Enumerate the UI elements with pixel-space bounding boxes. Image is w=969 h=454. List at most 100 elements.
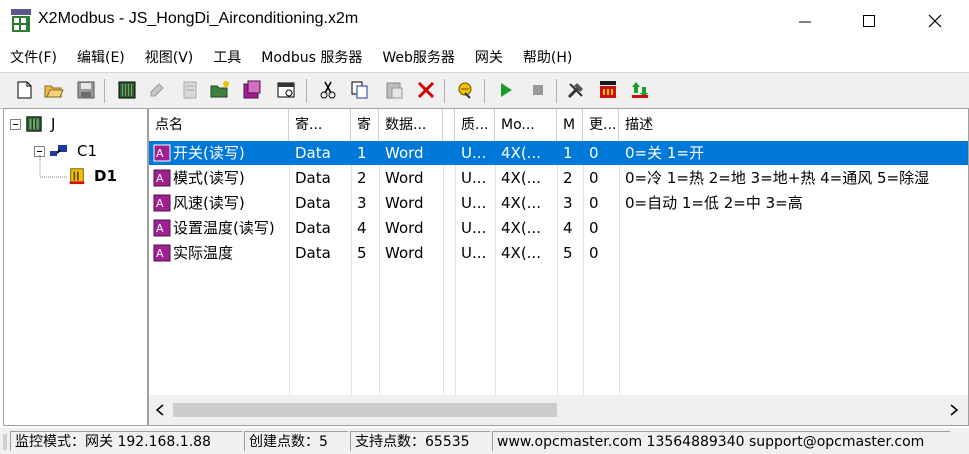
cell-register: 3 bbox=[357, 194, 367, 212]
cell-modbus: 4X(... bbox=[501, 169, 541, 187]
tree-node-device[interactable]: D1 bbox=[68, 167, 117, 185]
monitor-icon[interactable] bbox=[456, 80, 476, 100]
tree-node-root[interactable]: J bbox=[10, 115, 55, 133]
load-icon[interactable] bbox=[598, 80, 618, 100]
cell-description: 0=冷 1=热 2=地 3=地+热 4=通风 5=除湿 bbox=[625, 169, 930, 187]
cell-area: Data bbox=[295, 144, 331, 162]
scroll-left-icon[interactable] bbox=[155, 404, 165, 416]
paste-icon[interactable] bbox=[384, 80, 404, 100]
horizontal-scrollbar[interactable] bbox=[149, 395, 968, 425]
cell-area: Data bbox=[295, 169, 331, 187]
minimize-button[interactable] bbox=[783, 6, 827, 36]
col-header-register[interactable]: 寄 bbox=[351, 109, 379, 141]
scrollbar-thumb[interactable] bbox=[173, 403, 557, 417]
maximize-icon bbox=[863, 15, 875, 27]
col-header-area[interactable]: 寄... bbox=[289, 109, 351, 141]
close-icon bbox=[928, 14, 942, 28]
cell-modbus: 4X(... bbox=[501, 244, 541, 262]
menu-tools[interactable]: 工具 bbox=[203, 47, 251, 67]
table-row[interactable]: A 实际温度 Data 5 Word U... 4X(... 5 0 bbox=[149, 241, 968, 265]
toolbar-separator bbox=[444, 79, 445, 103]
cell-update: 0 bbox=[589, 144, 599, 162]
cell-update: 0 bbox=[589, 194, 599, 212]
add-folder-icon[interactable] bbox=[210, 80, 230, 100]
copy-icon[interactable] bbox=[350, 80, 370, 100]
status-created-points: 创建点数：5 bbox=[244, 431, 348, 451]
cell-register: 5 bbox=[357, 244, 367, 262]
cell-modbus: 4X(... bbox=[501, 144, 541, 162]
col-header-update[interactable]: 更... bbox=[583, 109, 619, 141]
cell-area: Data bbox=[295, 194, 331, 212]
col-header-description[interactable]: 描述 bbox=[619, 109, 968, 141]
menu-help[interactable]: 帮助(H) bbox=[513, 47, 582, 67]
open-icon[interactable] bbox=[44, 80, 64, 100]
cell-update: 0 bbox=[589, 219, 599, 237]
window-title: X2Modbus - JS_HongDi_Airconditioning.x2m bbox=[38, 10, 359, 27]
svg-text:A: A bbox=[156, 147, 164, 160]
cell-update: 0 bbox=[589, 244, 599, 262]
cell-m: 5 bbox=[563, 244, 573, 262]
device-node-icon bbox=[69, 168, 85, 185]
stop-icon[interactable] bbox=[528, 80, 548, 100]
add-device-icon[interactable] bbox=[242, 80, 262, 100]
table-row[interactable]: A 模式(读写) Data 2 Word U... 4X(... 2 0 0=冷… bbox=[149, 166, 968, 190]
col-header-m[interactable]: M bbox=[557, 109, 583, 141]
status-contact: www.opcmaster.com 13564889340 support@op… bbox=[492, 431, 950, 451]
svg-text:A: A bbox=[156, 172, 164, 185]
run-icon[interactable] bbox=[496, 80, 516, 100]
cell-name: 设置温度(读写) bbox=[173, 219, 275, 237]
menu-gateway[interactable]: 网关 bbox=[465, 47, 513, 67]
status-supported-points: 支持点数：65535 bbox=[350, 431, 490, 451]
cell-m: 3 bbox=[563, 194, 573, 212]
menu-edit[interactable]: 编辑(E) bbox=[67, 47, 135, 67]
col-header-modbus[interactable]: Mo... bbox=[495, 109, 557, 141]
cell-description: 0=关 1=开 bbox=[625, 144, 704, 162]
cut-icon[interactable] bbox=[318, 80, 338, 100]
menu-view[interactable]: 视图(V) bbox=[135, 47, 204, 67]
maximize-button[interactable] bbox=[847, 6, 891, 36]
menu-web-server[interactable]: Web服务器 bbox=[372, 47, 465, 67]
cell-register: 2 bbox=[357, 169, 367, 187]
write-icon[interactable] bbox=[148, 80, 168, 100]
status-grip-icon bbox=[3, 434, 7, 450]
svg-text:A: A bbox=[156, 247, 164, 260]
table-row[interactable]: A 设置温度(读写) Data 4 Word U... 4X(... 4 0 bbox=[149, 216, 968, 240]
cell-name: 模式(读写) bbox=[173, 169, 245, 187]
properties-icon[interactable] bbox=[276, 80, 296, 100]
collapse-icon[interactable] bbox=[10, 118, 21, 130]
status-bar: 监控模式：网关 192.168.1.88 创建点数：5 支持点数：65535 w… bbox=[0, 428, 969, 454]
table-row[interactable]: A 开关(读写) Data 1 Word U... 4X(... 1 0 0=关… bbox=[149, 141, 968, 165]
menu-modbus-server[interactable]: Modbus 服务器 bbox=[251, 47, 372, 67]
delete-icon[interactable] bbox=[416, 80, 436, 100]
cell-area: Data bbox=[295, 244, 331, 262]
table-row[interactable]: A 风速(读写) Data 3 Word U... 4X(... 3 0 0=自… bbox=[149, 191, 968, 215]
cell-datatype: Word bbox=[385, 144, 424, 162]
new-icon[interactable] bbox=[14, 80, 34, 100]
cell-description: 0=自动 1=低 2=中 3=高 bbox=[625, 194, 803, 212]
col-header-quality[interactable]: 质... bbox=[455, 109, 495, 141]
minimize-icon bbox=[799, 21, 811, 23]
device-icon[interactable] bbox=[117, 80, 137, 100]
tools-icon[interactable] bbox=[566, 80, 586, 100]
cell-datatype: Word bbox=[385, 194, 424, 212]
cell-m: 4 bbox=[563, 219, 573, 237]
svg-text:A: A bbox=[156, 197, 164, 210]
cell-description bbox=[619, 216, 968, 240]
close-button[interactable] bbox=[913, 6, 957, 36]
cell-quality: U... bbox=[461, 194, 487, 212]
update-icon[interactable] bbox=[630, 80, 650, 100]
cell-update: 0 bbox=[589, 169, 599, 187]
cell-name: 开关(读写) bbox=[173, 144, 245, 162]
menu-file[interactable]: 文件(F) bbox=[0, 47, 67, 67]
save-icon[interactable] bbox=[76, 80, 96, 100]
col-header-blank[interactable] bbox=[443, 109, 455, 141]
tree-root-label: J bbox=[51, 115, 56, 133]
cell-m: 1 bbox=[563, 144, 573, 162]
col-header-name[interactable]: 点名 bbox=[149, 109, 289, 141]
cell-quality: U... bbox=[461, 219, 487, 237]
toolbar-separator bbox=[556, 79, 557, 103]
col-header-datatype[interactable]: 数据... bbox=[379, 109, 443, 141]
scroll-right-icon[interactable] bbox=[949, 404, 959, 416]
read-icon[interactable] bbox=[180, 80, 200, 100]
project-icon bbox=[26, 116, 42, 132]
